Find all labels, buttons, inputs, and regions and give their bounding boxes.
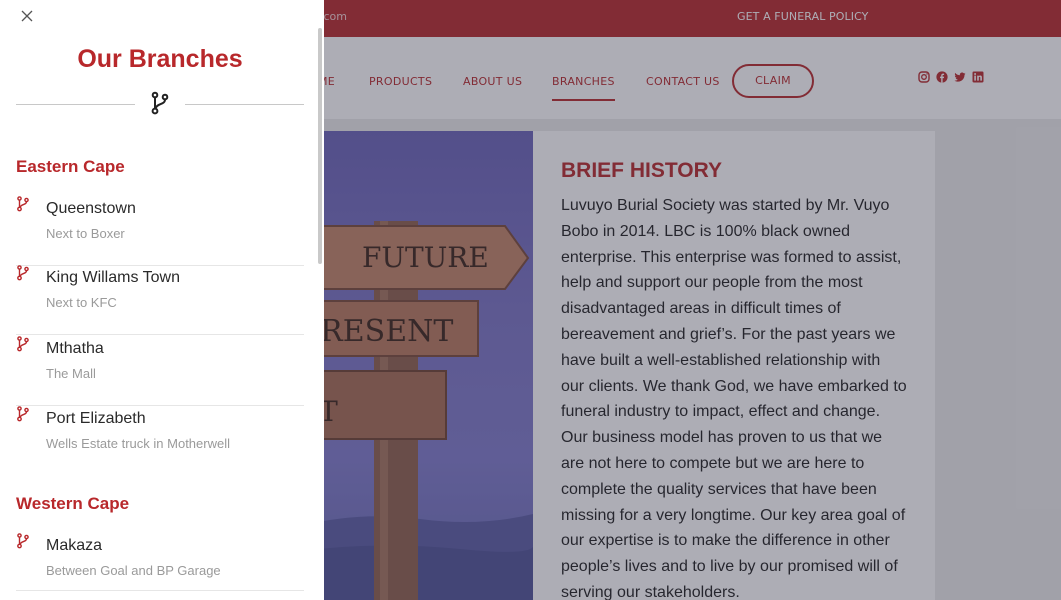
- branches-drawer: Our Branches Eastern Cape Queenstown Nex…: [0, 0, 324, 600]
- branch-item[interactable]: Mthatha The Mall: [16, 336, 304, 406]
- branch-location: Between Goal and BP Garage: [46, 563, 221, 578]
- branch-location: Next to Boxer: [46, 226, 125, 241]
- branch-icon: [17, 533, 29, 549]
- branch-icon: [17, 196, 29, 212]
- branch-name: Port Elizabeth: [46, 410, 146, 427]
- close-icon[interactable]: [19, 8, 35, 24]
- branch-item[interactable]: Queenstown Next to Boxer: [16, 196, 304, 266]
- branch-icon: [17, 265, 29, 281]
- drawer-scrollbar[interactable]: [318, 28, 322, 264]
- drawer-title: Our Branches: [77, 45, 243, 73]
- branch-item[interactable]: King Willams Town Next to KFC: [16, 265, 304, 335]
- branch-name: Queenstown: [46, 200, 136, 217]
- branch-name: Makaza: [46, 537, 103, 554]
- branch-name: Mthatha: [46, 340, 104, 357]
- branch-icon: [17, 406, 29, 422]
- branch-icon: [17, 336, 29, 352]
- branch-location: Wells Estate truck in Motherwell: [46, 436, 230, 451]
- branch-item[interactable]: Port Elizabeth Wells Estate truck in Mot…: [16, 406, 304, 476]
- region-eastern-cape: Eastern Cape: [16, 157, 125, 176]
- branch-location: The Mall: [46, 366, 96, 381]
- region-western-cape: Western Cape: [16, 494, 130, 513]
- branch-item[interactable]: Makaza Between Goal and BP Garage: [16, 533, 304, 591]
- branch-icon: [151, 91, 169, 115]
- branch-name: King Willams Town: [46, 269, 180, 286]
- divider-right: [185, 104, 304, 105]
- branch-location: Next to KFC: [46, 295, 117, 310]
- divider-left: [16, 104, 135, 105]
